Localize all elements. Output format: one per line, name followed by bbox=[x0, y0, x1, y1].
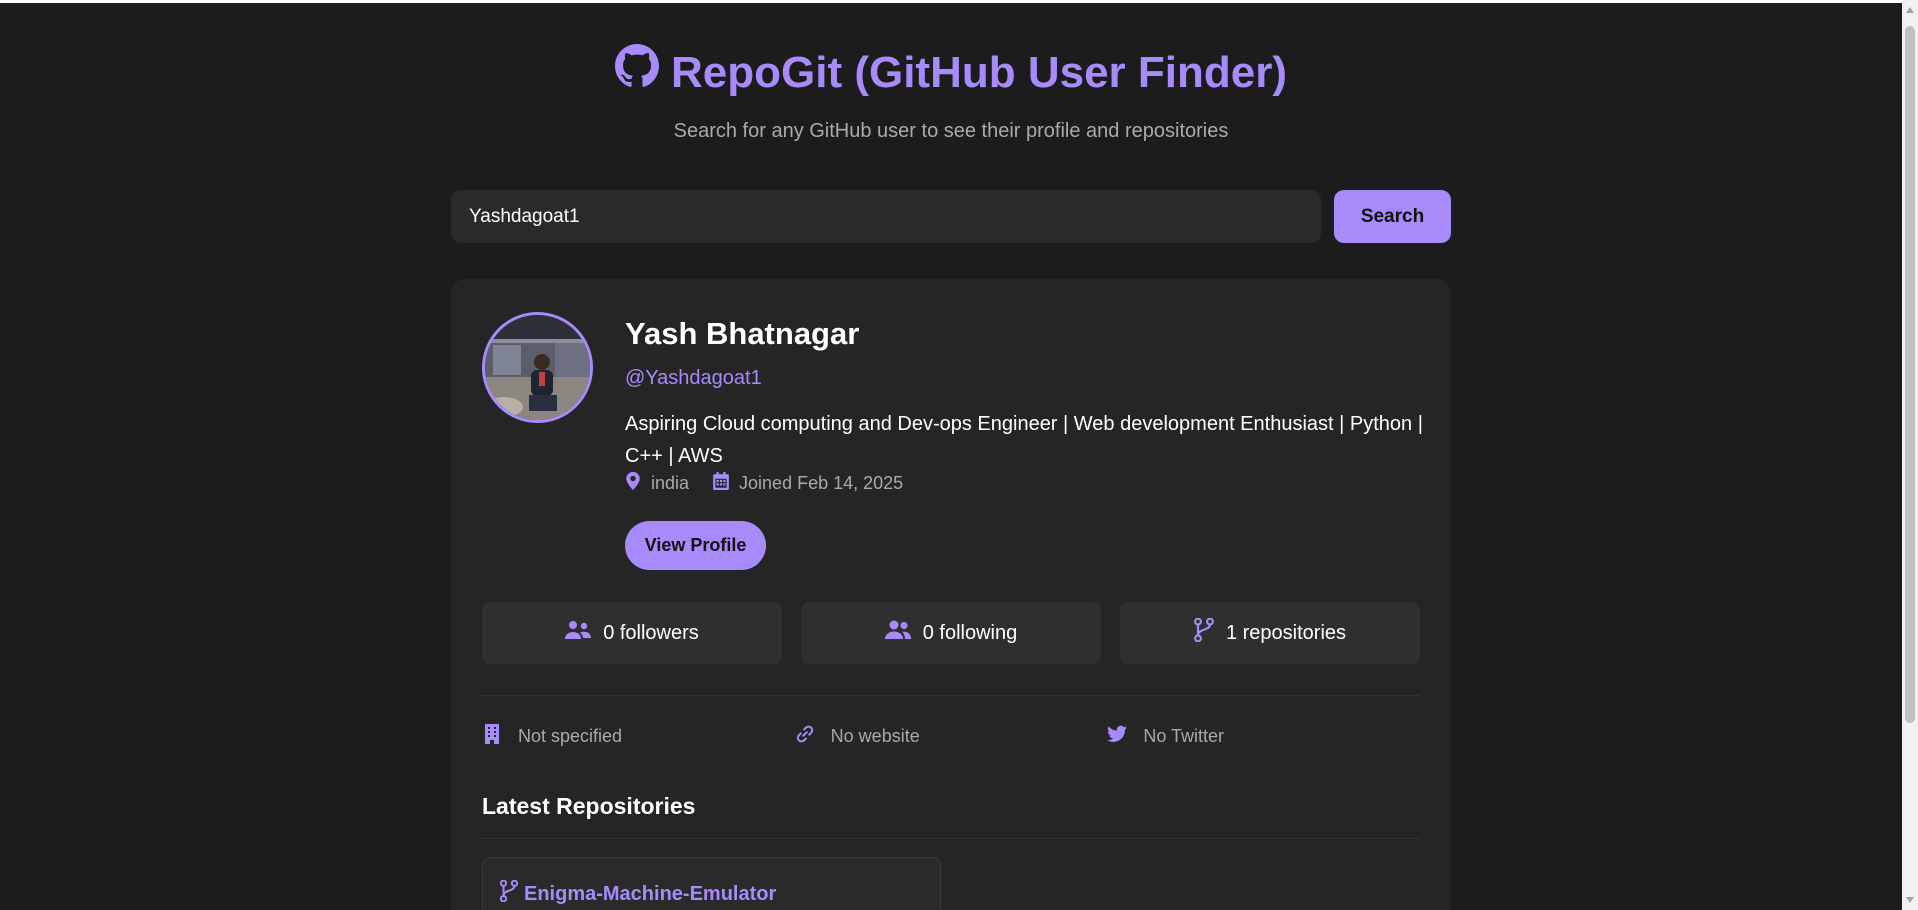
user-friends-icon bbox=[884, 619, 911, 647]
profile-info: Yash Bhatnagar @Yashdagoat1 Aspiring Clo… bbox=[625, 316, 1425, 570]
following-stat: 0 following bbox=[801, 602, 1101, 664]
location-pin-icon bbox=[625, 472, 641, 495]
repositories-count: 1 repositories bbox=[1225, 621, 1347, 644]
company-text: Not specified bbox=[518, 726, 623, 746]
link-icon bbox=[795, 724, 815, 749]
code-branch-icon bbox=[499, 879, 519, 908]
app-title-text: RepoGit (GitHub User Finder) bbox=[671, 48, 1287, 97]
stats-row: 0 followers 0 following 1 repositories bbox=[482, 602, 1420, 664]
location: india bbox=[625, 472, 689, 495]
section-divider bbox=[482, 695, 1420, 696]
website-text: No website bbox=[830, 726, 920, 746]
calendar-icon bbox=[713, 472, 729, 495]
view-profile-button[interactable]: View Profile bbox=[625, 521, 766, 570]
followers-count: 0 followers bbox=[603, 621, 699, 644]
page-header: RepoGit (GitHub User Finder) Search for … bbox=[0, 44, 1902, 143]
followers-stat: 0 followers bbox=[482, 602, 782, 664]
window-top-edge bbox=[0, 0, 1902, 3]
user-meta: india Joined Feb 14, 2025 bbox=[625, 472, 1425, 495]
page-subtitle: Search for any GitHub user to see their … bbox=[673, 120, 1229, 142]
user-links: Not specified No website No Twitter bbox=[482, 724, 1420, 749]
twitter-text: No Twitter bbox=[1143, 726, 1225, 746]
user-name: Yash Bhatnagar bbox=[625, 316, 860, 351]
user-bio: Aspiring Cloud computing and Dev-ops Eng… bbox=[625, 413, 1423, 467]
code-branch-icon bbox=[1194, 617, 1214, 648]
twitter-item: No Twitter bbox=[1107, 724, 1420, 749]
scrollbar-thumb[interactable] bbox=[1905, 26, 1915, 723]
repo-name-text: Enigma-Machine-Emulator bbox=[524, 882, 777, 905]
github-icon bbox=[615, 44, 659, 102]
repos-divider bbox=[482, 838, 1420, 839]
user-handle-link[interactable]: @Yashdagoat1 bbox=[625, 366, 1425, 390]
avatar bbox=[482, 312, 593, 423]
company-item: Not specified bbox=[482, 724, 795, 749]
repositories-stat: 1 repositories bbox=[1120, 602, 1420, 664]
search-input[interactable] bbox=[451, 190, 1321, 243]
scroll-up-arrow-icon[interactable] bbox=[1906, 7, 1914, 13]
page-title: RepoGit (GitHub User Finder) bbox=[615, 44, 1287, 102]
twitter-icon bbox=[1107, 724, 1128, 749]
search-button[interactable]: Search bbox=[1334, 190, 1451, 243]
latest-repositories-heading: Latest Repositories bbox=[482, 793, 696, 819]
building-icon bbox=[482, 724, 502, 749]
following-count: 0 following bbox=[922, 621, 1018, 644]
location-text: india bbox=[651, 473, 690, 493]
repo-card[interactable]: Enigma-Machine-Emulator bbox=[482, 857, 941, 910]
repo-name-link[interactable]: Enigma-Machine-Emulator bbox=[499, 879, 777, 908]
search-bar: Search bbox=[451, 190, 1451, 243]
join-date-text: Joined Feb 14, 2025 bbox=[739, 473, 904, 493]
join-date: Joined Feb 14, 2025 bbox=[713, 472, 903, 495]
scroll-down-arrow-icon[interactable] bbox=[1906, 897, 1914, 903]
page-scrollbar[interactable] bbox=[1902, 0, 1918, 910]
users-icon bbox=[565, 619, 592, 647]
profile-card: Yash Bhatnagar @Yashdagoat1 Aspiring Clo… bbox=[451, 279, 1451, 910]
website-item: No website bbox=[795, 724, 1108, 749]
